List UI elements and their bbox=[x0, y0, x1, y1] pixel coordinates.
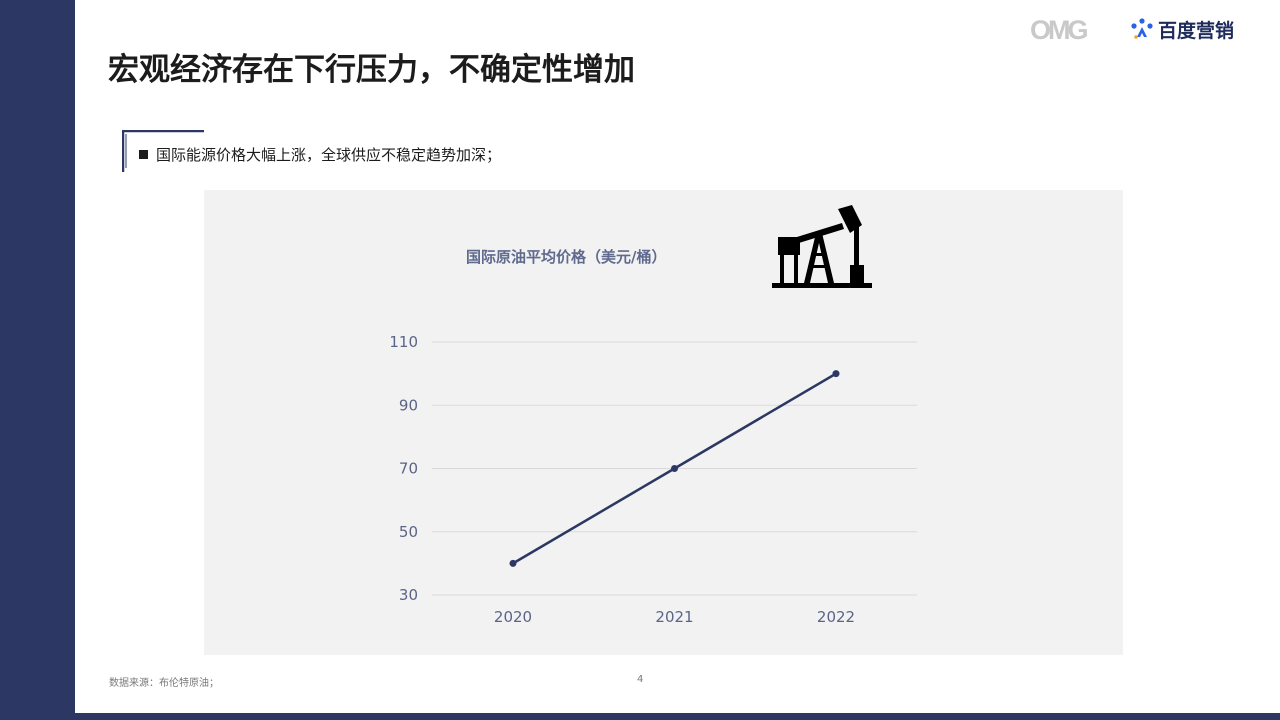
data-point bbox=[833, 370, 840, 377]
x-tick-label: 2022 bbox=[817, 608, 855, 626]
x-tick-label: 2021 bbox=[655, 608, 693, 626]
data-point bbox=[671, 465, 678, 472]
bullet-point: 国际能源价格大幅上涨，全球供应不稳定趋势加深； bbox=[139, 144, 501, 165]
omg-logo: OMG bbox=[1030, 14, 1100, 44]
y-tick-label: 50 bbox=[399, 523, 418, 541]
left-accent-bar bbox=[0, 0, 75, 720]
bullet-text: 国际能源价格大幅上涨，全球供应不稳定趋势加深； bbox=[156, 144, 501, 165]
y-tick-label: 90 bbox=[399, 396, 418, 414]
baidu-marketing-logo: 百度营销 bbox=[1130, 16, 1234, 42]
square-bullet-icon bbox=[139, 150, 148, 159]
omg-logo-text: OMG bbox=[1030, 15, 1087, 44]
y-tick-label: 30 bbox=[399, 586, 418, 604]
data-source-note: 数据来源：布伦特原油； bbox=[109, 674, 219, 689]
bottom-accent-bar bbox=[75, 713, 1280, 720]
data-point bbox=[510, 560, 517, 567]
oil-price-line-chart: 30 50 70 90 110 2020 2021 2022 bbox=[380, 320, 940, 630]
slide-title: 宏观经济存在下行压力，不确定性增加 bbox=[108, 44, 635, 89]
y-tick-label: 110 bbox=[389, 333, 418, 351]
y-tick-label: 70 bbox=[399, 460, 418, 478]
oil-pump-icon bbox=[770, 203, 874, 289]
chart-title: 国际原油平均价格（美元/桶） bbox=[466, 246, 666, 267]
x-tick-label: 2020 bbox=[494, 608, 532, 626]
page-number: 4 bbox=[637, 674, 643, 685]
baidu-paw-icon bbox=[1130, 17, 1154, 41]
baidu-logo-text: 百度营销 bbox=[1158, 16, 1234, 43]
